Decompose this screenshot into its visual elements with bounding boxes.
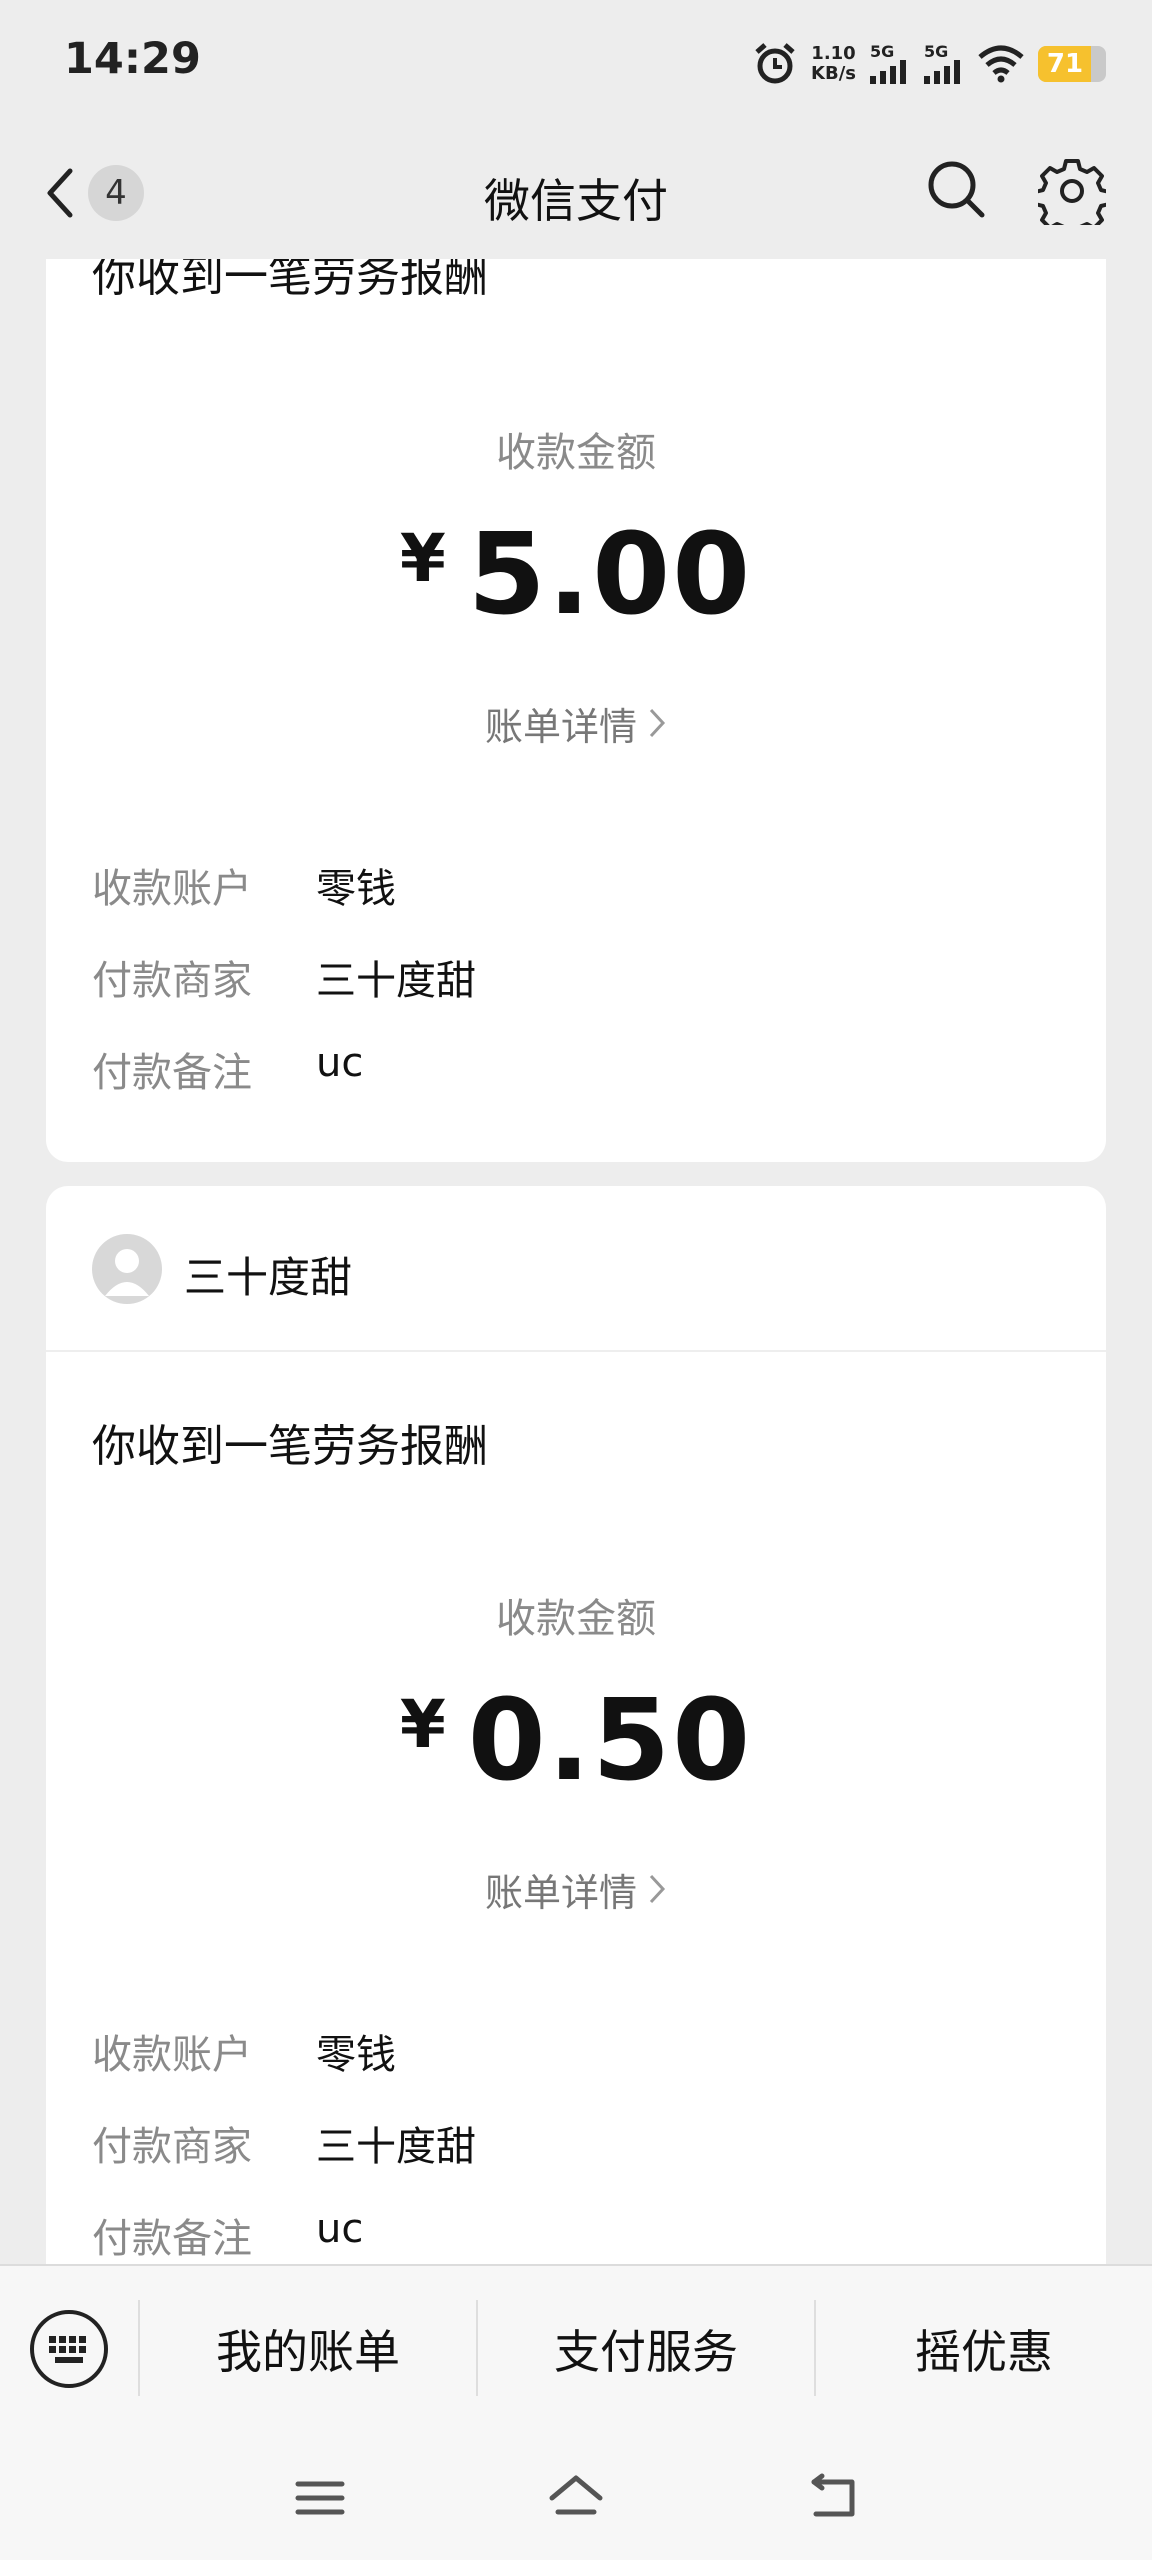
net-speed: 1.10 KB/s [811, 44, 856, 84]
info-row-merchant: 付款商家 三十度甜 [92, 948, 476, 1006]
card-title: 你收到一笔劳务报酬 [92, 1421, 488, 1472]
back-icon[interactable] [802, 2468, 862, 2528]
currency-symbol: ¥ [399, 1686, 446, 1763]
menu-icon[interactable] [290, 2468, 350, 2528]
info-value: 三十度甜 [316, 958, 476, 1004]
info-key: 收款账户 [92, 866, 252, 912]
bill-detail-label: 账单详情 [484, 705, 637, 749]
wifi-icon [978, 45, 1024, 83]
signal-sim1: 5G [870, 44, 910, 84]
sim2-label: 5G [924, 42, 949, 61]
sender-row[interactable]: 三十度甜 [46, 1186, 1106, 1352]
signal-bars-icon [870, 60, 906, 84]
menu-item-payment-services[interactable]: 支付服务 [478, 2316, 814, 2382]
info-value: 零钱 [316, 866, 396, 912]
amount: ¥0.50 [46, 1676, 1106, 1806]
status-bar: 14:29 1.10 KB/s 5G 5G 71 [0, 0, 1152, 125]
menu-item-shake-discount[interactable]: 摇优惠 [816, 2316, 1152, 2382]
search-icon[interactable] [924, 157, 988, 221]
amount-value: 0.50 [467, 1676, 753, 1806]
bill-detail-link[interactable]: 账单详情 [46, 1862, 1106, 1917]
info-value: uc [316, 1040, 364, 1086]
info-value: 三十度甜 [316, 2124, 476, 2170]
system-nav-bar [0, 2434, 1152, 2560]
info-value: uc [316, 2206, 364, 2252]
header: 4 微信支付 [0, 125, 1152, 259]
bottom-menu: 我的账单 支付服务 摇优惠 [0, 2264, 1152, 2434]
sim1-label: 5G [870, 42, 895, 61]
gear-icon[interactable] [1038, 157, 1106, 225]
amount-label: 收款金额 [496, 430, 656, 476]
bill-detail-link[interactable]: 账单详情 [46, 696, 1106, 751]
info-key: 付款备注 [92, 2216, 252, 2262]
info-key: 付款备注 [92, 1050, 252, 1096]
signal-bars-icon [924, 60, 960, 84]
status-time: 14:29 [64, 34, 201, 84]
alarm-icon [755, 43, 795, 84]
chevron-right-icon [647, 705, 667, 749]
info-row-merchant: 付款商家 三十度甜 [92, 2114, 476, 2172]
info-row-note: 付款备注 uc [92, 2206, 363, 2264]
payment-card[interactable]: 三十度甜 你收到一笔劳务报酬 收款金额 ¥0.50 账单详情 收款账户 零钱 付… [46, 1186, 1106, 2286]
home-icon[interactable] [546, 2468, 606, 2528]
battery-indicator: 71 [1038, 46, 1106, 82]
amount-label: 收款金额 [496, 1596, 656, 1642]
info-row-account: 收款账户 零钱 [92, 2022, 396, 2080]
currency-symbol: ¥ [399, 520, 446, 597]
bill-detail-label: 账单详情 [484, 1871, 637, 1915]
menu-item-my-bills[interactable]: 我的账单 [140, 2316, 476, 2382]
info-key: 收款账户 [92, 2032, 252, 2078]
status-icons: 1.10 KB/s 5G 5G 71 [753, 34, 1106, 94]
info-row-account: 收款账户 零钱 [92, 856, 396, 914]
amount-value: 5.00 [467, 510, 753, 640]
info-key: 付款商家 [92, 958, 252, 1004]
user-icon [105, 1249, 149, 1296]
net-speed-unit: KB/s [811, 63, 856, 84]
keyboard-icon[interactable] [28, 2308, 110, 2390]
info-value: 零钱 [316, 2032, 396, 2078]
avatar[interactable] [92, 1234, 162, 1304]
amount: ¥5.00 [46, 510, 1106, 640]
payment-card[interactable]: 你收到一笔劳务报酬 收款金额 ¥5.00 账单详情 收款账户 零钱 付款商家 三… [46, 240, 1106, 1162]
battery-level: 71 [1046, 49, 1084, 79]
chevron-right-icon [647, 1871, 667, 1915]
signal-sim2: 5G [924, 44, 964, 84]
sender-name: 三十度甜 [184, 1253, 353, 1302]
info-row-note: 付款备注 uc [92, 1040, 363, 1098]
info-key: 付款商家 [92, 2124, 252, 2170]
net-speed-value: 1.10 [811, 43, 856, 64]
